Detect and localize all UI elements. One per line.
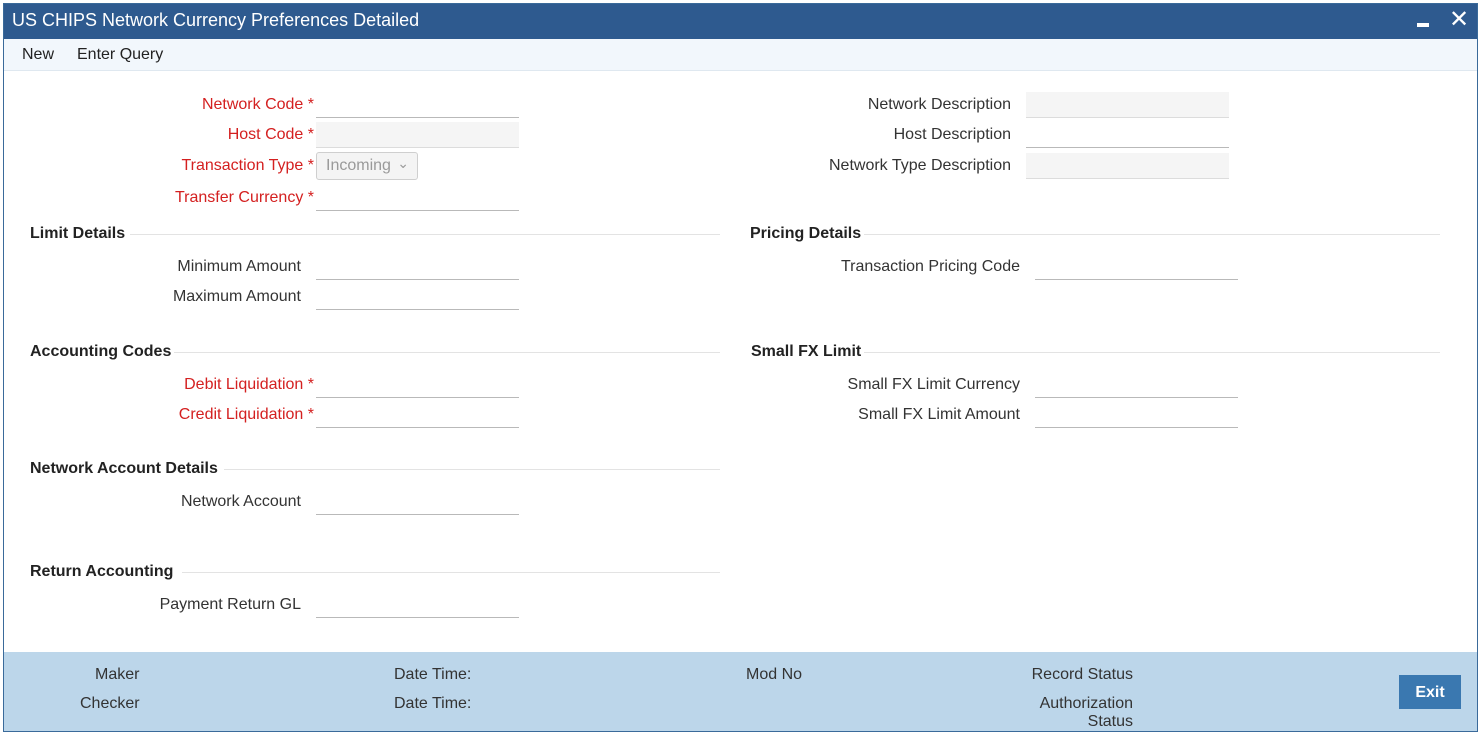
chevron-down-icon: ⌄ [397, 155, 409, 171]
dialog-window: US CHIPS Network Currency Preferences De… [3, 3, 1478, 732]
minimum-amount-label: Minimum Amount [177, 258, 301, 275]
checker-date-time-label: Date Time: [394, 695, 472, 712]
credit-liquidation-input[interactable] [316, 402, 519, 428]
mod-no-label: Mod No [746, 666, 803, 683]
small-fx-limit-currency-label: Small FX Limit Currency [847, 376, 1020, 393]
audit-footer: Maker Checker Date Time: Date Time: Mod … [4, 652, 1477, 731]
record-status-label: Record Status [1031, 666, 1133, 683]
network-type-description-input[interactable] [1026, 153, 1229, 179]
small-fx-limit-amount-input[interactable] [1035, 402, 1238, 428]
window-title: US CHIPS Network Currency Preferences De… [12, 10, 420, 30]
maker-date-time-label: Date Time: [394, 666, 472, 683]
debit-liquidation-input[interactable] [316, 372, 519, 398]
maximum-amount-input[interactable] [316, 284, 519, 310]
small-fx-limit-title: Small FX Limit [751, 343, 862, 360]
host-description-input[interactable] [1026, 122, 1229, 148]
limit-details-divider [130, 234, 720, 235]
limit-details-title: Limit Details [30, 225, 126, 242]
payment-return-gl-label: Payment Return GL [159, 596, 301, 613]
host-code-label: Host Code * [227, 126, 314, 143]
close-icon[interactable]: ✕ [1447, 8, 1471, 32]
pricing-details-title: Pricing Details [750, 225, 862, 242]
transaction-pricing-code-label: Transaction Pricing Code [840, 258, 1020, 275]
network-account-label: Network Account [180, 493, 301, 510]
debit-liquidation-label: Debit Liquidation * [184, 376, 314, 393]
checker-label: Checker [80, 695, 140, 712]
enter-query-menu-item[interactable]: Enter Query [77, 46, 163, 64]
network-description-input[interactable] [1026, 92, 1229, 118]
transaction-type-label: Transaction Type * [181, 157, 314, 174]
small-fx-limit-amount-label: Small FX Limit Amount [858, 406, 1020, 423]
maximum-amount-label: Maximum Amount [172, 288, 301, 305]
pricing-details-divider [864, 234, 1440, 235]
exit-button[interactable]: Exit [1399, 675, 1461, 709]
network-type-description-label: Network Type Description [829, 157, 1011, 174]
accounting-codes-divider [174, 352, 720, 353]
transfer-currency-input[interactable] [316, 185, 519, 211]
transaction-pricing-code-input[interactable] [1035, 254, 1238, 280]
host-code-input[interactable] [316, 122, 519, 148]
transfer-currency-label: Transfer Currency * [174, 189, 314, 206]
return-accounting-divider [182, 572, 720, 573]
authorization-status-label: Authorization Status [1039, 695, 1133, 730]
network-code-input[interactable] [316, 92, 519, 118]
accounting-codes-title: Accounting Codes [30, 343, 172, 360]
transaction-type-select[interactable]: Incoming ⌄ [316, 152, 418, 180]
network-description-label: Network Description [867, 96, 1011, 113]
small-fx-limit-divider [864, 352, 1440, 353]
network-code-label: Network Code * [201, 96, 314, 113]
new-menu-item[interactable]: New [22, 46, 54, 64]
small-fx-limit-currency-input[interactable] [1035, 372, 1238, 398]
payment-return-gl-input[interactable] [316, 592, 519, 618]
minimum-amount-input[interactable] [316, 254, 519, 280]
network-account-details-title: Network Account Details [30, 460, 218, 477]
maker-label: Maker [95, 666, 140, 683]
menu-bar: New Enter Query [4, 39, 1477, 71]
return-accounting-title: Return Accounting [30, 563, 174, 580]
title-bar: US CHIPS Network Currency Preferences De… [4, 4, 1477, 39]
minimize-icon[interactable] [1411, 8, 1435, 32]
transaction-type-value: Incoming [326, 157, 391, 174]
host-description-label: Host Description [893, 126, 1011, 143]
credit-liquidation-label: Credit Liquidation * [178, 406, 314, 423]
network-account-details-divider [224, 469, 720, 470]
network-account-input[interactable] [316, 489, 519, 515]
